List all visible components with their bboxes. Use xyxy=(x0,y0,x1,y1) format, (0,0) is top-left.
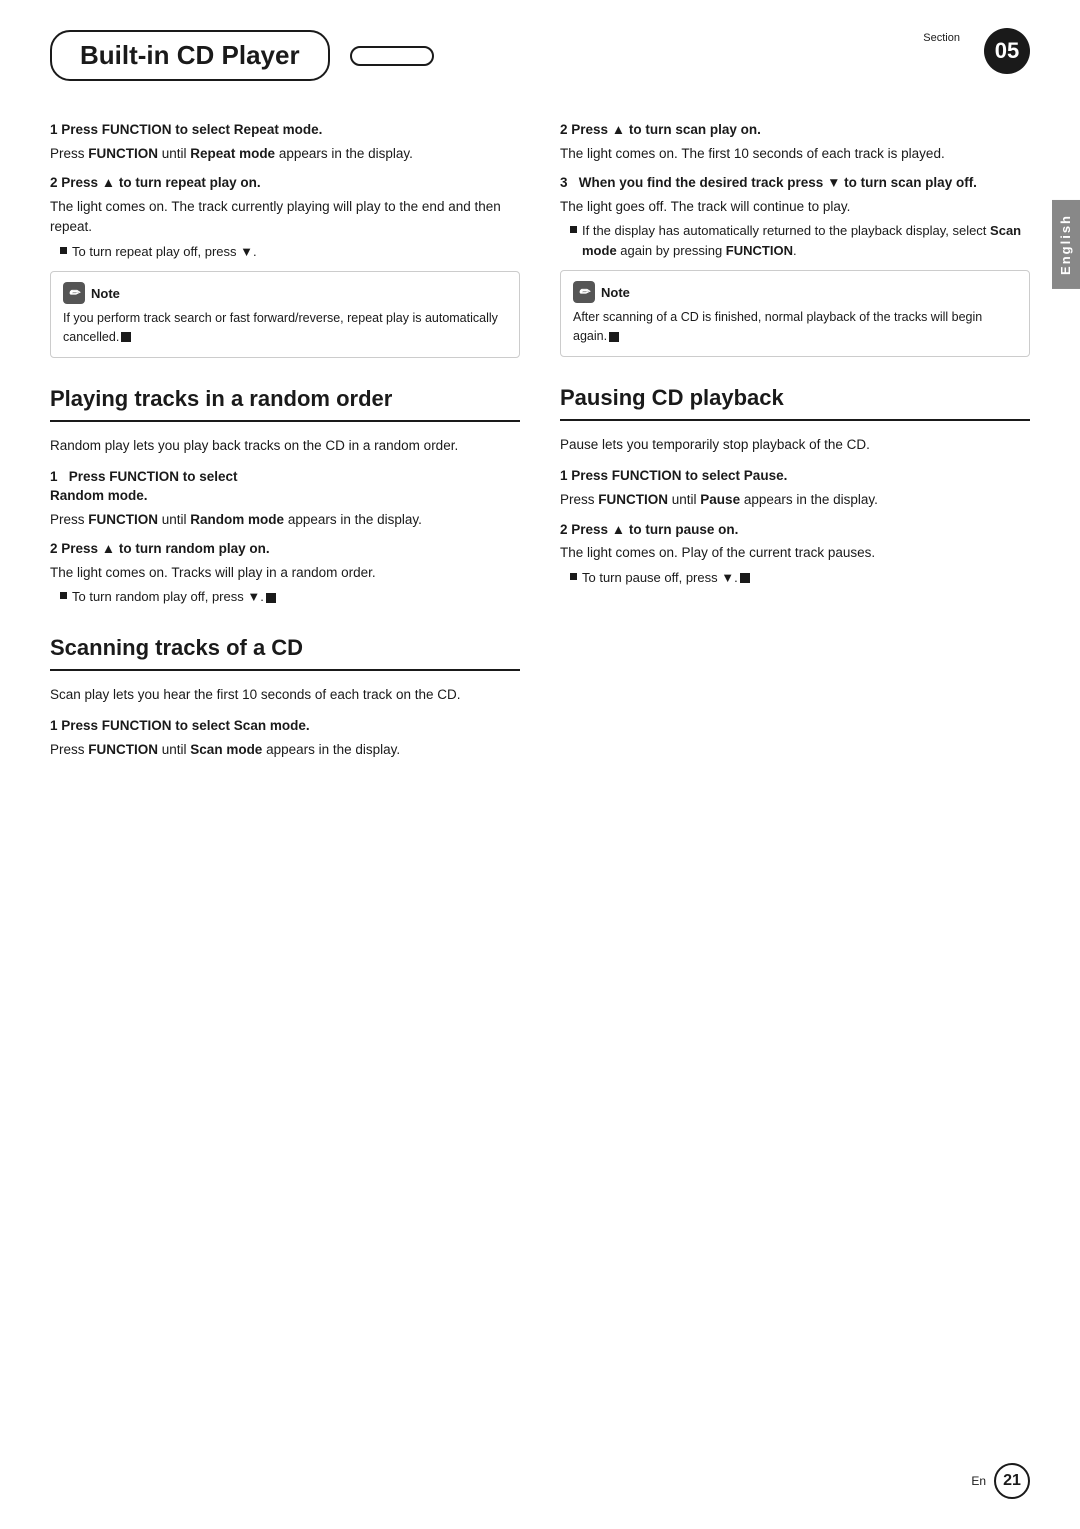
left-column: 1 Press FUNCTION to select Repeat mode. … xyxy=(50,111,520,789)
scan-divider xyxy=(50,669,520,671)
repeat-note-title: ✏ Note xyxy=(63,282,507,304)
random-step1-body: Press FUNCTION until Random mode appears… xyxy=(50,510,520,530)
right-column: 2 Press ▲ to turn scan play on. The ligh… xyxy=(560,111,1030,789)
note-icon: ✏ xyxy=(573,281,595,303)
bullet-icon xyxy=(570,226,577,233)
title-box: Built-in CD Player xyxy=(50,30,330,81)
section-badge: 05 xyxy=(984,28,1030,74)
scan-step2-heading: 2 Press ▲ to turn scan play on. xyxy=(560,121,1030,140)
repeat-note-text: If you perform track search or fast forw… xyxy=(63,309,507,347)
footer: En 21 xyxy=(971,1463,1030,1499)
pause-divider xyxy=(560,419,1030,421)
note-icon: ✏ xyxy=(63,282,85,304)
scan-section: Scanning tracks of a CD Scan play lets y… xyxy=(50,635,520,761)
bullet-icon xyxy=(570,573,577,580)
random-step1-heading: 1 Press FUNCTION to selectRandom mode. xyxy=(50,468,520,506)
scan-step3-body: The light goes off. The track will conti… xyxy=(560,197,1030,217)
random-step2-bullet: To turn random play off, press ▼. xyxy=(60,587,520,607)
pause-step1-body: Press FUNCTION until Pause appears in th… xyxy=(560,490,1030,510)
repeat-step1-heading: 1 Press FUNCTION to select Repeat mode. xyxy=(50,121,520,140)
random-divider xyxy=(50,420,520,422)
scan-step1-body: Press FUNCTION until Scan mode appears i… xyxy=(50,740,520,760)
pause-section: Pausing CD playback Pause lets you tempo… xyxy=(560,385,1030,587)
footer-page-number: 21 xyxy=(994,1463,1030,1499)
end-mark xyxy=(609,332,619,342)
page: Built-in CD Player Section 05 English 1 … xyxy=(0,0,1080,1529)
pause-intro: Pause lets you temporarily stop playback… xyxy=(560,435,1030,455)
repeat-note-box: ✏ Note If you perform track search or fa… xyxy=(50,271,520,358)
scan-step3-heading: 3 When you find the desired track press … xyxy=(560,174,1030,193)
bullet-icon xyxy=(60,592,67,599)
end-mark xyxy=(121,332,131,342)
scan-intro: Scan play lets you hear the first 10 sec… xyxy=(50,685,520,705)
bullet-icon xyxy=(60,247,67,254)
scan-step2-body: The light comes on. The first 10 seconds… xyxy=(560,144,1030,164)
end-mark xyxy=(740,573,750,583)
random-section: Playing tracks in a random order Random … xyxy=(50,386,520,607)
page-title: Built-in CD Player xyxy=(80,40,300,71)
footer-en-label: En xyxy=(971,1474,986,1488)
scan-cont-section: 2 Press ▲ to turn scan play on. The ligh… xyxy=(560,121,1030,357)
random-intro: Random play lets you play back tracks on… xyxy=(50,436,520,456)
scan-note-title: ✏ Note xyxy=(573,281,1017,303)
side-tab-english: English xyxy=(1052,200,1080,289)
header: Built-in CD Player Section 05 xyxy=(0,0,1080,101)
repeat-step2-heading: 2 Press ▲ to turn repeat play on. xyxy=(50,174,520,193)
scan-note-text: After scanning of a CD is finished, norm… xyxy=(573,308,1017,346)
header-center-box xyxy=(350,46,434,66)
pause-section-title: Pausing CD playback xyxy=(560,385,1030,411)
repeat-step1-body: Press FUNCTION until Repeat mode appears… xyxy=(50,144,520,164)
repeat-section: 1 Press FUNCTION to select Repeat mode. … xyxy=(50,121,520,358)
pause-step1-heading: 1 Press FUNCTION to select Pause. xyxy=(560,467,1030,486)
random-section-title: Playing tracks in a random order xyxy=(50,386,520,412)
scan-note-box: ✏ Note After scanning of a CD is finishe… xyxy=(560,270,1030,357)
scan-section-title: Scanning tracks of a CD xyxy=(50,635,520,661)
random-step2-heading: 2 Press ▲ to turn random play on. xyxy=(50,540,520,559)
pause-step2-bullet: To turn pause off, press ▼. xyxy=(570,568,1030,588)
repeat-step2-body: The light comes on. The track currently … xyxy=(50,197,520,238)
pause-step2-body: The light comes on. Play of the current … xyxy=(560,543,1030,563)
end-mark xyxy=(266,593,276,603)
main-content: 1 Press FUNCTION to select Repeat mode. … xyxy=(0,101,1080,809)
repeat-step2-bullet: To turn repeat play off, press ▼. xyxy=(60,242,520,262)
pause-step2-heading: 2 Press ▲ to turn pause on. xyxy=(560,521,1030,540)
random-step2-body: The light comes on. Tracks will play in … xyxy=(50,563,520,583)
scan-step1-heading: 1 Press FUNCTION to select Scan mode. xyxy=(50,717,520,736)
section-label: Section xyxy=(923,32,960,44)
scan-step3-bullet: If the display has automatically returne… xyxy=(570,221,1030,260)
